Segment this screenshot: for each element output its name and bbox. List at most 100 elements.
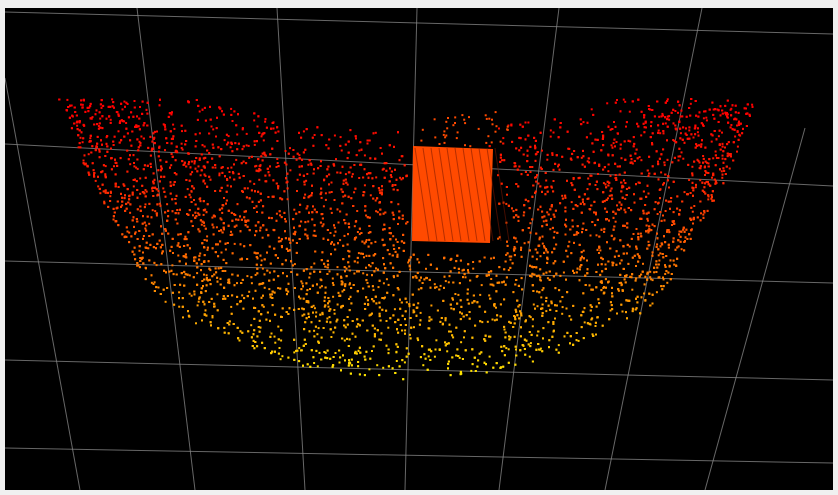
cloud-point (393, 248, 396, 250)
cloud-point (433, 283, 436, 286)
cloud-point (235, 158, 238, 161)
cloud-point (141, 100, 144, 103)
cloud-point (714, 150, 717, 153)
cloud-point (138, 249, 141, 252)
cloud-point (230, 211, 233, 214)
cloud-point (563, 335, 566, 338)
cloud-point (736, 130, 739, 133)
cloud-point (330, 211, 333, 214)
cloud-point (526, 154, 529, 157)
cloud-point (109, 191, 112, 194)
cloud-point (623, 140, 626, 143)
cloud-point (541, 289, 544, 292)
cloud-point (468, 317, 471, 320)
cloud-point (250, 276, 253, 279)
cloud-point (132, 154, 135, 157)
cloud-point (81, 141, 84, 144)
cloud-point (660, 171, 663, 174)
cloud-point (268, 245, 271, 248)
cloud-point (331, 282, 334, 284)
cloud-point (222, 295, 225, 298)
point-cloud-viewport[interactable] (5, 8, 833, 490)
cloud-point (520, 173, 523, 176)
cloud-point (693, 205, 696, 207)
cloud-point (358, 373, 361, 376)
cloud-point (253, 143, 256, 146)
cloud-point (691, 210, 694, 213)
cloud-point (736, 150, 738, 153)
cloud-point (507, 348, 510, 351)
cloud-point (712, 157, 715, 160)
cloud-point (241, 278, 244, 281)
cloud-point (378, 315, 381, 318)
cloud-point (319, 278, 322, 281)
cloud-point (302, 297, 305, 300)
cloud-point (705, 119, 708, 122)
cloud-point (237, 218, 240, 221)
cloud-point (541, 242, 544, 245)
cloud-point (479, 320, 482, 323)
cloud-point (328, 138, 331, 141)
cloud-point (338, 349, 341, 352)
cloud-point (682, 126, 685, 129)
cloud-point (185, 165, 188, 168)
cloud-point (113, 165, 115, 168)
cloud-point (535, 180, 538, 183)
cloud-point (680, 248, 683, 251)
cloud-point (248, 290, 251, 293)
cloud-point (258, 178, 261, 181)
cloud-point (177, 254, 180, 257)
cloud-point (564, 196, 567, 199)
cloud-point (404, 310, 407, 313)
cloud-point (528, 315, 531, 318)
cloud-point (198, 132, 201, 135)
cloud-point (647, 240, 650, 243)
cloud-point (333, 312, 336, 315)
cloud-point (668, 186, 670, 189)
cloud-point (734, 104, 737, 107)
cloud-point (318, 351, 321, 354)
cloud-point (246, 275, 249, 278)
cloud-point (356, 256, 359, 259)
cloud-point (694, 186, 697, 189)
cloud-point (143, 164, 146, 167)
cloud-point (368, 368, 371, 371)
cloud-point (254, 224, 257, 227)
cloud-point (322, 205, 325, 208)
cloud-point (514, 363, 517, 366)
cloud-point (277, 236, 280, 239)
cloud-point (385, 278, 388, 281)
cloud-point (653, 271, 656, 274)
cloud-point (340, 149, 343, 152)
cloud-point (561, 312, 564, 315)
cloud-point (566, 255, 569, 258)
cloud-point (320, 196, 323, 199)
cloud-point (204, 119, 207, 122)
cloud-point (446, 350, 449, 353)
cloud-point (355, 137, 357, 140)
cloud-point (272, 278, 275, 281)
cloud-point (313, 362, 316, 364)
cloud-point (721, 173, 724, 176)
cloud-point (529, 222, 532, 225)
cloud-point (207, 260, 210, 263)
cloud-point (125, 122, 128, 124)
cloud-point (179, 208, 181, 211)
cloud-point (479, 293, 482, 296)
cloud-point (393, 308, 396, 311)
cloud-point (367, 245, 370, 248)
cloud-point (686, 238, 689, 240)
cloud-point (382, 366, 385, 369)
cloud-point (261, 236, 264, 239)
cloud-point (102, 164, 105, 167)
cloud-point (702, 117, 705, 120)
cloud-point (327, 263, 330, 266)
cloud-point (688, 126, 691, 129)
cloud-point (246, 187, 249, 190)
cloud-point (382, 282, 385, 285)
cloud-point (509, 258, 512, 261)
cloud-point (156, 130, 158, 133)
cloud-point (378, 189, 381, 192)
cloud-point (173, 303, 176, 306)
point-cloud-canvas[interactable] (5, 8, 833, 490)
